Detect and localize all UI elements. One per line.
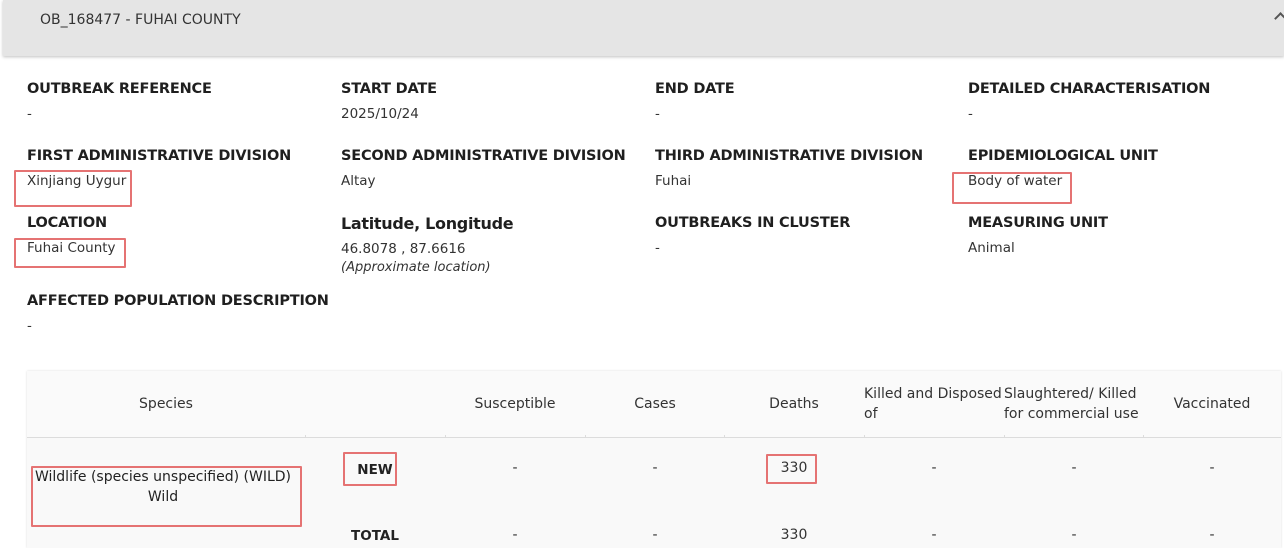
table-cell: - (1209, 527, 1215, 543)
table-cell: - (1209, 460, 1215, 476)
header-slaughtered: Slaughtered/ Killed for commercial use (1004, 384, 1144, 424)
field-label: MEASURING UNIT (968, 215, 1108, 231)
chevron-up-icon[interactable] (1274, 12, 1284, 25)
highlight-box (343, 452, 397, 486)
highlight-box (766, 454, 817, 484)
header-line: Killed and Disposed (864, 386, 1002, 402)
table-cell: - (652, 460, 658, 476)
highlight-box (14, 238, 126, 268)
field-value: Fuhai (655, 173, 692, 189)
table-cell: - (1071, 460, 1077, 476)
column-divider (445, 435, 446, 437)
field-value: - (655, 106, 660, 122)
column-divider (724, 435, 725, 437)
field-label: DETAILED CHARACTERISATION (968, 81, 1211, 97)
field-value: - (27, 318, 32, 334)
table-header-row: Species Susceptible Cases Deaths Killed … (27, 371, 1281, 438)
field-third-admin-division: THIRD ADMINISTRATIVE DIVISION Fuhai (655, 148, 955, 189)
field-label: OUTBREAKS IN CLUSTER (655, 215, 851, 231)
field-outbreak-reference: OUTBREAK REFERENCE - (27, 81, 327, 122)
header-killed-disposed: Killed and Disposed of (864, 384, 1004, 424)
field-lat-long: Latitude, Longitude 46.8078 , 87.6616 (A… (341, 214, 641, 275)
field-label: OUTBREAK REFERENCE (27, 81, 212, 97)
panel-title: OB_168477 - FUHAI COUNTY (40, 12, 241, 28)
field-label: LOCATION (27, 215, 107, 231)
table-cell: - (931, 460, 937, 476)
approximate-location-note: (Approximate location) (341, 260, 491, 275)
field-label: END DATE (655, 81, 735, 97)
table-cell: - (931, 527, 937, 543)
field-label: EPIDEMIOLOGICAL UNIT (968, 148, 1158, 164)
header-line: of (864, 406, 878, 422)
field-start-date: START DATE 2025/10/24 (341, 81, 641, 122)
field-detailed-characterisation: DETAILED CHARACTERISATION - (968, 81, 1268, 122)
header-vaccinated: Vaccinated (1173, 396, 1251, 412)
row-label-total: TOTAL (351, 528, 399, 544)
table-cell-deaths: 330 (780, 527, 808, 543)
field-outbreaks-in-cluster: OUTBREAKS IN CLUSTER - (655, 215, 955, 256)
header-line: for commercial use (1004, 406, 1139, 422)
header-cases: Cases (634, 396, 676, 412)
field-value: 2025/10/24 (341, 106, 419, 122)
field-value: - (655, 240, 660, 256)
field-value: - (27, 106, 32, 122)
highlight-box (952, 172, 1072, 204)
header-susceptible: Susceptible (474, 396, 556, 412)
field-label: FIRST ADMINISTRATIVE DIVISION (27, 148, 292, 164)
column-divider (1143, 435, 1144, 437)
table-cell: - (512, 460, 518, 476)
field-label: AFFECTED POPULATION DESCRIPTION (27, 293, 329, 309)
outbreak-panel-header[interactable]: OB_168477 - FUHAI COUNTY (3, 0, 1284, 56)
column-divider (305, 435, 306, 437)
field-value: Altay (341, 173, 376, 189)
column-divider (1004, 435, 1005, 437)
highlight-box (31, 466, 302, 527)
column-divider (585, 435, 586, 437)
table-cell: - (652, 527, 658, 543)
header-deaths: Deaths (769, 396, 819, 412)
field-label: Latitude, Longitude (341, 214, 514, 233)
field-second-admin-division: SECOND ADMINISTRATIVE DIVISION Altay (341, 148, 641, 189)
field-value: 46.8078 , 87.6616 (341, 241, 466, 257)
field-measuring-unit: MEASURING UNIT Animal (968, 215, 1268, 256)
field-label: START DATE (341, 81, 437, 97)
field-label: SECOND ADMINISTRATIVE DIVISION (341, 148, 626, 164)
field-affected-population: AFFECTED POPULATION DESCRIPTION - (27, 293, 427, 334)
column-divider (864, 435, 865, 437)
field-label: THIRD ADMINISTRATIVE DIVISION (655, 148, 923, 164)
header-species: Species (139, 396, 193, 412)
field-end-date: END DATE - (655, 81, 955, 122)
table-cell: - (1071, 527, 1077, 543)
header-line: Slaughtered/ Killed (1004, 386, 1137, 402)
field-value: - (968, 106, 973, 122)
table-cell: - (512, 527, 518, 543)
highlight-box (14, 170, 132, 207)
field-value: Animal (968, 240, 1015, 256)
